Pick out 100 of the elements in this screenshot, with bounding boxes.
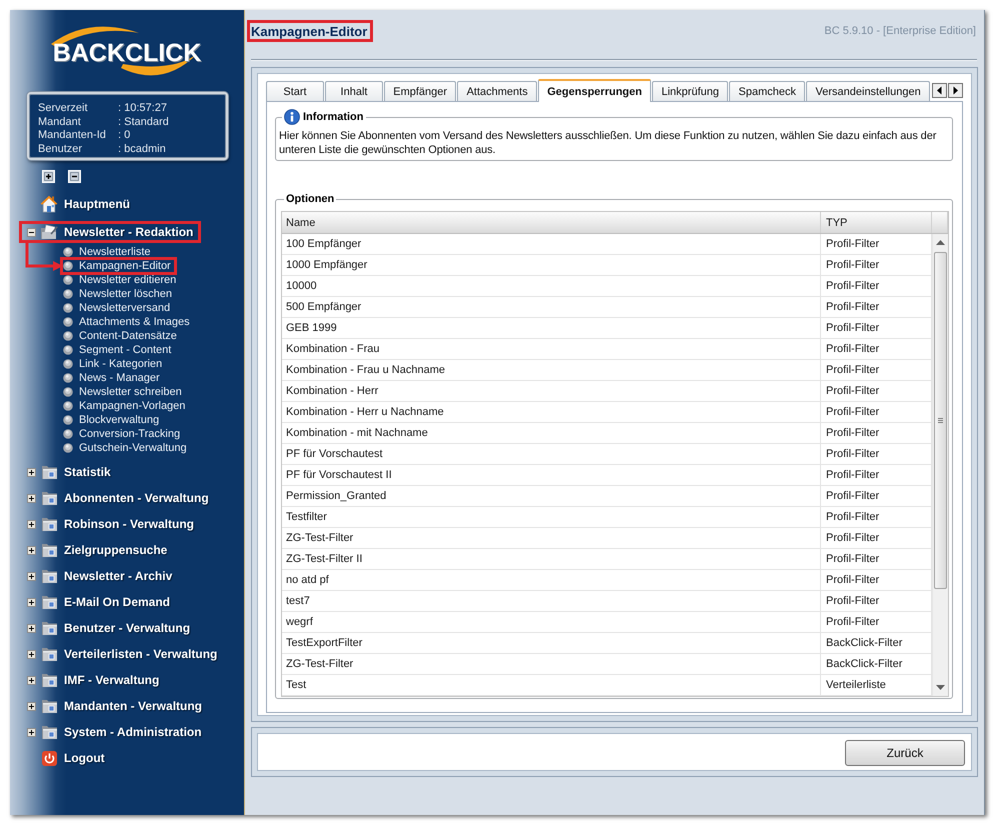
- plus-icon[interactable]: [27, 624, 36, 632]
- annotation-arrow: [24, 242, 63, 272]
- submenu-item[interactable]: Segment - Content: [79, 343, 172, 357]
- submenu-item[interactable]: News - Manager: [79, 371, 160, 385]
- submenu-item[interactable]: Newsletter editieren: [79, 273, 176, 287]
- table-cell: Testfilter: [282, 507, 821, 527]
- menu-item[interactable]: Abonnenten - Verwaltung: [64, 491, 209, 505]
- plus-icon[interactable]: [27, 702, 36, 710]
- bullet-icon: [63, 401, 73, 411]
- bullet-icon: [63, 317, 73, 327]
- table-cell: Test: [282, 675, 821, 695]
- power-icon: [42, 750, 56, 766]
- table-cell: 500 Empfänger: [282, 297, 821, 317]
- plus-icon[interactable]: [27, 468, 36, 476]
- info-label: Benutzer: [38, 142, 84, 156]
- menu-item[interactable]: Statistik: [64, 465, 111, 479]
- submenu-item[interactable]: Conversion-Tracking: [79, 427, 180, 441]
- table-cell: ZG-Test-Filter: [282, 528, 821, 548]
- menu-item[interactable]: Benutzer - Verwaltung: [64, 621, 190, 635]
- plus-icon[interactable]: [27, 572, 36, 580]
- logo-text: BACKCLICK: [52, 39, 202, 67]
- table-cell: Kombination - Herr: [282, 381, 821, 401]
- menu-item[interactable]: IMF - Verwaltung: [64, 673, 160, 687]
- menu-item[interactable]: Robinson - Verwaltung: [64, 517, 194, 531]
- group-title: Optionen: [286, 193, 334, 205]
- folder-icon: [40, 542, 58, 558]
- info-icon: [284, 109, 300, 125]
- column-header[interactable]: Name: [282, 212, 821, 233]
- submenu-item[interactable]: Kampagnen-Vorlagen: [79, 399, 186, 413]
- menu-item[interactable]: Newsletter - Archiv: [64, 569, 172, 583]
- menu-item[interactable]: System - Administration: [64, 725, 202, 739]
- bullet-icon: [63, 415, 73, 425]
- submenu-item[interactable]: Link - Kategorien: [79, 357, 162, 371]
- plus-icon[interactable]: [27, 676, 36, 684]
- table-cell: test7: [282, 591, 821, 611]
- tab[interactable]: Inhalt: [325, 81, 383, 101]
- submenu-item[interactable]: Kampagnen-Editor: [79, 259, 171, 273]
- table-cell: Kombination - Frau: [282, 339, 821, 359]
- submenu-item[interactable]: Newsletterversand: [79, 301, 170, 315]
- menu-item[interactable]: E-Mail On Demand: [64, 595, 170, 609]
- bullet-icon: [63, 247, 73, 257]
- submenu-item[interactable]: Newsletter schreiben: [79, 385, 182, 399]
- menu-item[interactable]: Zielgruppensuche: [64, 543, 168, 557]
- tab[interactable]: Spamcheck: [729, 81, 806, 101]
- menu-item[interactable]: Verteilerlisten - Verwaltung: [64, 647, 218, 661]
- submenu-item[interactable]: Attachments & Images: [79, 315, 190, 329]
- page-title: Kampagnen-Editor: [251, 24, 368, 38]
- info-value: : bcadmin: [118, 142, 167, 156]
- plus-icon[interactable]: [27, 650, 36, 658]
- table-cell: TestExportFilter: [282, 633, 821, 653]
- folder-icon: [40, 464, 58, 480]
- tab[interactable]: Attachments: [457, 81, 537, 101]
- submenu-item[interactable]: Newsletter löschen: [79, 287, 172, 301]
- menu-item[interactable]: Hauptmenü: [64, 197, 130, 211]
- bullet-icon: [63, 387, 73, 397]
- info-value: : 10:57:27: [118, 102, 168, 116]
- table-cell: 10000: [282, 276, 821, 296]
- folder-icon: [40, 568, 58, 584]
- menu-item[interactable]: Logout: [64, 751, 105, 765]
- group-title: Information: [303, 111, 364, 123]
- table-cell: GEB 1999: [282, 318, 821, 338]
- submenu-item[interactable]: Newsletterliste: [79, 245, 151, 259]
- plus-icon[interactable]: [27, 494, 36, 502]
- scrollbar-thumb[interactable]: [934, 252, 947, 589]
- plus-icon[interactable]: [27, 728, 36, 736]
- table-cell: Kombination - mit Nachname: [282, 423, 821, 443]
- bullet-icon: [63, 345, 73, 355]
- folder-icon: [40, 516, 58, 532]
- bullet-icon: [63, 303, 73, 313]
- plus-icon[interactable]: [27, 546, 36, 554]
- folder-icon: [40, 594, 58, 610]
- scroll-down-icon[interactable]: [936, 685, 945, 690]
- tab[interactable]: Gegensperrungen: [538, 79, 652, 102]
- submenu-item[interactable]: Blockverwaltung: [79, 413, 160, 427]
- column-header[interactable]: TYP: [821, 212, 932, 233]
- plus-icon[interactable]: [27, 520, 36, 528]
- bullet-icon: [63, 359, 73, 369]
- submenu-item[interactable]: Gutschein-Verwaltung: [79, 441, 187, 455]
- table-cell: no atd pf: [282, 570, 821, 590]
- menu-item[interactable]: Newsletter - Redaktion: [64, 225, 194, 239]
- table-cell: wegrf: [282, 612, 821, 632]
- table-cell: Kombination - Frau u Nachname: [282, 360, 821, 380]
- folder-icon: [40, 698, 58, 714]
- table-cell: Permission_Granted: [282, 486, 821, 506]
- menu-item[interactable]: Mandanten - Verwaltung: [64, 699, 202, 713]
- scroll-up-icon[interactable]: [936, 240, 945, 245]
- tab[interactable]: Empfänger: [384, 81, 456, 101]
- folder-icon: [40, 672, 58, 688]
- folder-icon: [40, 724, 58, 740]
- bullet-icon: [63, 261, 73, 271]
- back-button[interactable]: Zurück: [845, 740, 965, 766]
- info-text: Hier können Sie Abonnenten vom Versand des Newsletters ausschließen. Um diese Funktion zu nutzen, wählen Sie dazu einfach aus der unteren Liste die gewünschten Optionen aus.: [279, 129, 938, 157]
- minus-icon[interactable]: [27, 228, 36, 236]
- tab[interactable]: Versandeinstellungen: [806, 81, 930, 101]
- submenu-item[interactable]: Content-Datensätze: [79, 329, 177, 343]
- bullet-icon: [63, 331, 73, 341]
- tab[interactable]: Linkprüfung: [652, 81, 728, 101]
- tab[interactable]: Start: [266, 81, 324, 101]
- info-label: Mandanten-Id: [38, 129, 107, 142]
- plus-icon[interactable]: [27, 598, 36, 606]
